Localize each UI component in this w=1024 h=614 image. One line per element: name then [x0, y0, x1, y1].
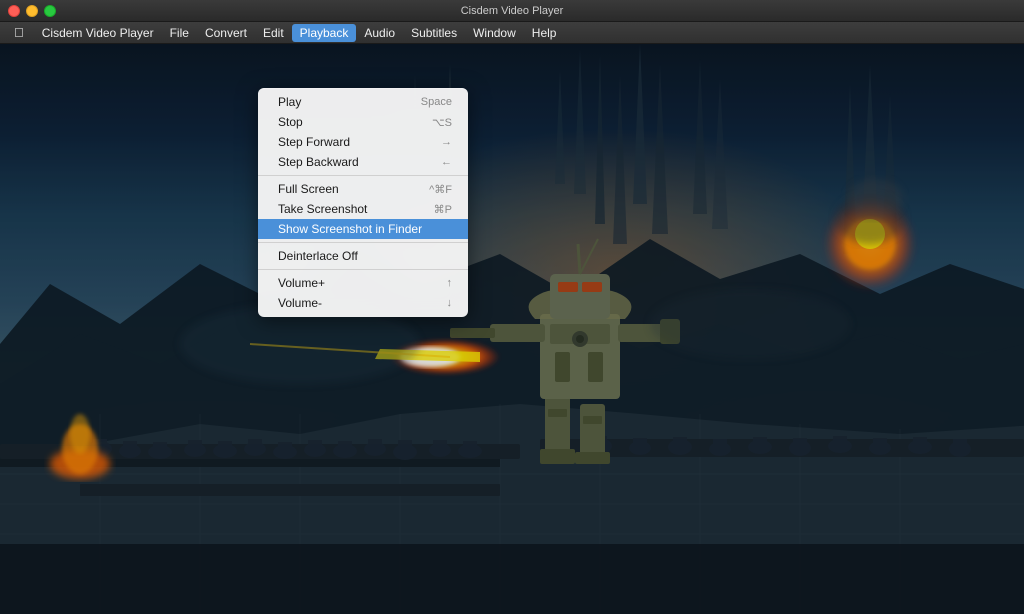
menu-stop[interactable]: Stop ⌥S [258, 112, 468, 132]
video-background [0, 44, 1024, 614]
menu-step-backward[interactable]: Step Backward ← [258, 152, 468, 172]
menu-step-backward-label: Step Backward [278, 155, 359, 169]
menu-full-screen[interactable]: Full Screen ^⌘F [258, 179, 468, 199]
menu-item-subtitles[interactable]: Subtitles [403, 24, 465, 42]
menu-full-screen-label: Full Screen [278, 182, 339, 196]
menu-volume-down[interactable]: Volume- ↓ [258, 293, 468, 313]
menu-item-audio[interactable]: Audio [356, 24, 403, 42]
menu-stop-shortcut: ⌥S [432, 116, 452, 129]
menu-step-backward-shortcut: ← [441, 156, 452, 168]
window-title: Cisdem Video Player [461, 5, 564, 17]
menu-deinterlace-label: Deinterlace Off [278, 249, 358, 263]
menu-full-screen-shortcut: ^⌘F [429, 183, 452, 196]
menu-volume-down-label: Volume- [278, 296, 322, 310]
menu-show-screenshot-label: Show Screenshot in Finder [278, 222, 422, 236]
menu-item-window[interactable]: Window [465, 24, 524, 42]
menu-take-screenshot-shortcut: ⌘P [434, 203, 452, 216]
title-bar: Cisdem Video Player [0, 0, 1024, 22]
menu-item-help[interactable]: Help [524, 24, 565, 42]
menu-take-screenshot-label: Take Screenshot [278, 202, 367, 216]
menu-play-shortcut: Space [421, 96, 452, 108]
menu-item-edit[interactable]: Edit [255, 24, 292, 42]
close-button[interactable] [8, 5, 20, 17]
playback-dropdown-menu: Play Space Stop ⌥S Step Forward → Step B… [258, 88, 468, 317]
menu-deinterlace[interactable]: Deinterlace Off [258, 246, 468, 266]
menu-take-screenshot[interactable]: Take Screenshot ⌘P [258, 199, 468, 219]
menu-item-app[interactable]: Cisdem Video Player [34, 24, 162, 42]
menu-volume-up-label: Volume+ [278, 276, 325, 290]
menu-play[interactable]: Play Space [258, 92, 468, 112]
menu-item-file[interactable]: File [162, 24, 197, 42]
traffic-lights [0, 5, 56, 17]
menu-show-screenshot[interactable]: Show Screenshot in Finder [258, 219, 468, 239]
menu-play-label: Play [278, 95, 301, 109]
separator-1 [258, 175, 468, 176]
minimize-button[interactable] [26, 5, 38, 17]
menu-stop-label: Stop [278, 115, 303, 129]
menu-volume-down-shortcut: ↓ [447, 297, 453, 309]
menu-volume-up-shortcut: ↑ [447, 277, 453, 289]
menu-step-forward-shortcut: → [441, 136, 452, 148]
separator-2 [258, 242, 468, 243]
separator-3 [258, 269, 468, 270]
menu-item-playback[interactable]: Playback [292, 24, 357, 42]
menu-item-convert[interactable]: Convert [197, 24, 255, 42]
menu-step-forward-label: Step Forward [278, 135, 350, 149]
apple-logo-icon[interactable]:  [4, 25, 34, 40]
menu-step-forward[interactable]: Step Forward → [258, 132, 468, 152]
menu-bar:  Cisdem Video Player File Convert Edit … [0, 22, 1024, 44]
menu-volume-up[interactable]: Volume+ ↑ [258, 273, 468, 293]
maximize-button[interactable] [44, 5, 56, 17]
video-area: Play Space Stop ⌥S Step Forward → Step B… [0, 44, 1024, 614]
